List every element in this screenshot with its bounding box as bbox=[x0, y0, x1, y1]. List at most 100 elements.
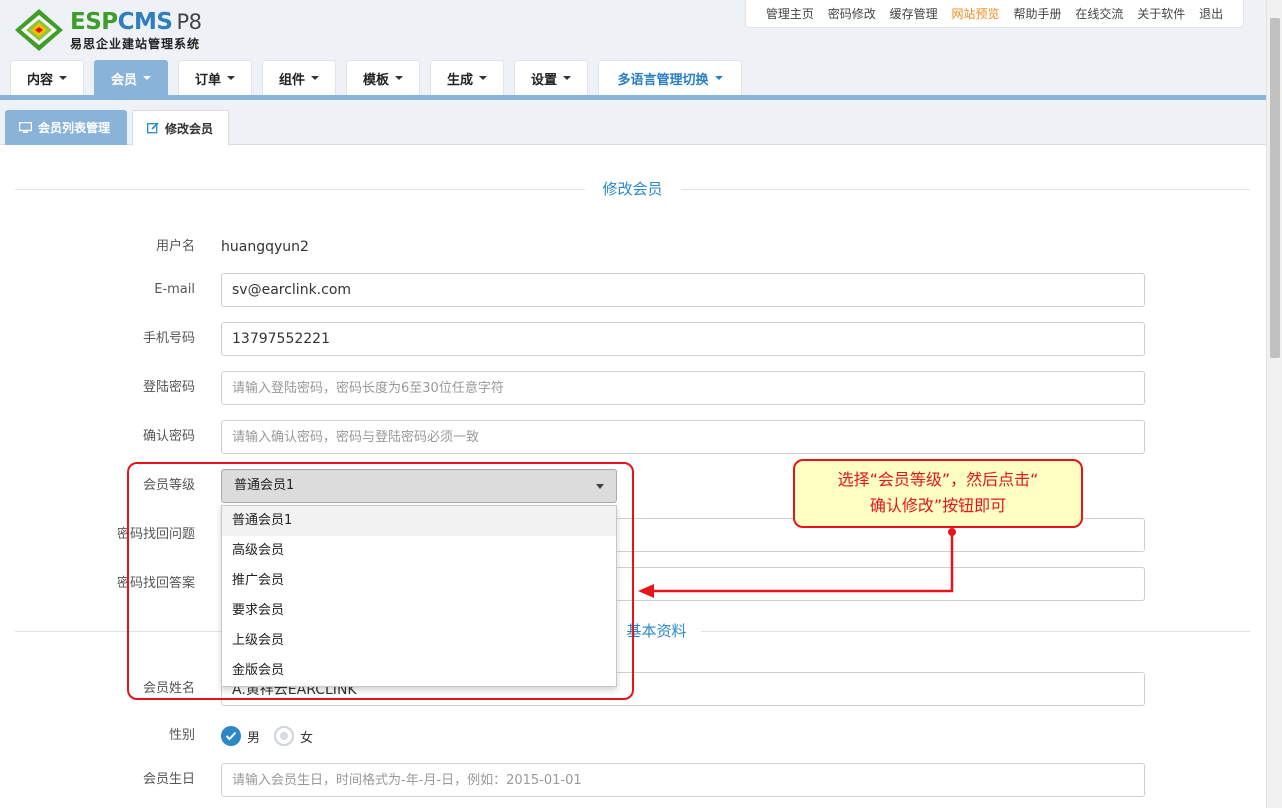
logo-subtitle: 易思企业建站管理系统 bbox=[70, 37, 201, 51]
section-heading-edit-member: 修改会员 bbox=[15, 179, 1250, 199]
field-label: 用户名 bbox=[155, 239, 195, 254]
logo-brand-cms: CMS bbox=[117, 9, 173, 35]
field-label: 会员等级 bbox=[142, 478, 195, 493]
sub-tab-bar: 会员列表管理 修改会员 bbox=[0, 100, 1266, 146]
field-label: 性别 bbox=[168, 728, 195, 743]
gender-radio-male[interactable]: 男 bbox=[221, 726, 260, 746]
nav-tab-label: 内容 bbox=[26, 72, 53, 88]
section-heading-basic-info: 基本资料 bbox=[15, 621, 1250, 641]
member-level-selected: 普通会员1 bbox=[234, 478, 295, 493]
top-link-change-password[interactable]: 密码修改 bbox=[828, 5, 876, 22]
member-level-option[interactable]: 高级会员 bbox=[222, 536, 616, 566]
nav-tab-orders[interactable]: 订单 bbox=[178, 60, 252, 95]
annotation-callout: 选择“会员等级”，然后点击“ 确认修改”按钮即可 bbox=[793, 459, 1083, 528]
radio-unchecked-icon bbox=[274, 726, 295, 746]
radio-checked-icon bbox=[221, 726, 241, 746]
scrollbar-thumb[interactable] bbox=[1270, 18, 1280, 358]
nav-tab-label: 订单 bbox=[194, 72, 221, 88]
top-link-help[interactable]: 帮助手册 bbox=[1013, 5, 1061, 22]
nav-tab-generate[interactable]: 生成 bbox=[430, 60, 504, 95]
mobile-input[interactable] bbox=[221, 322, 1145, 356]
espcms-logo-icon bbox=[15, 9, 63, 51]
field-label: 会员生日 bbox=[142, 772, 195, 787]
nav-tab-label: 生成 bbox=[446, 72, 473, 88]
form-row-mobile: 手机号码 bbox=[0, 322, 1150, 356]
nav-tab-language-switch[interactable]: 多语言管理切换 bbox=[598, 60, 742, 95]
nav-tab-settings[interactable]: 设置 bbox=[514, 60, 588, 95]
chevron-down-icon bbox=[714, 76, 723, 80]
radio-label: 女 bbox=[300, 730, 314, 746]
chevron-down-icon bbox=[59, 76, 67, 80]
gender-radio-female[interactable]: 女 bbox=[274, 726, 313, 746]
nav-tab-label: 组件 bbox=[278, 72, 305, 88]
section-title-label: 修改会员 bbox=[588, 180, 677, 198]
radio-label: 男 bbox=[247, 730, 261, 746]
password-input[interactable] bbox=[221, 371, 1145, 405]
subtab-member-list[interactable]: 会员列表管理 bbox=[5, 110, 127, 145]
chevron-down-icon bbox=[563, 76, 571, 80]
top-link-about[interactable]: 关于软件 bbox=[1137, 5, 1185, 22]
logo-brand-esp: ESP bbox=[70, 9, 118, 35]
form-row-username: 用户名 huangqyun2 bbox=[0, 230, 1150, 264]
field-label: 手机号码 bbox=[142, 331, 195, 346]
form-row-email: E-mail bbox=[0, 273, 1150, 307]
subtab-edit-member[interactable]: 修改会员 bbox=[132, 110, 229, 146]
monitor-icon bbox=[19, 121, 32, 133]
section-title-text: 修改会员 bbox=[15, 179, 1250, 199]
nav-tab-templates[interactable]: 模板 bbox=[346, 60, 420, 95]
gender-radio-group: 男 女 bbox=[221, 719, 1145, 753]
annotation-text-line1: 选择“会员等级”，然后点击“ bbox=[837, 470, 1039, 489]
member-level-option[interactable]: 金版会员 bbox=[222, 656, 616, 686]
logo-version: P8 bbox=[176, 10, 202, 34]
top-link-logout[interactable]: 退出 bbox=[1199, 5, 1223, 22]
logo[interactable]: ESPCMS P8 易思企业建站管理系统 bbox=[12, 6, 232, 54]
field-label: E-mail bbox=[154, 282, 195, 297]
nav-tab-label: 模板 bbox=[362, 72, 389, 88]
email-input[interactable] bbox=[221, 273, 1145, 307]
top-link-online-chat[interactable]: 在线交流 bbox=[1075, 5, 1123, 22]
page-scrollbar[interactable] bbox=[1266, 0, 1282, 808]
subtab-label: 会员列表管理 bbox=[38, 121, 111, 135]
nav-tab-members[interactable]: 会员 bbox=[94, 60, 168, 95]
field-label: 密码找回问题 bbox=[116, 527, 195, 542]
top-link-site-preview[interactable]: 网站预览 bbox=[952, 5, 1000, 22]
nav-tab-label: 多语言管理切换 bbox=[617, 72, 709, 88]
chevron-down-icon bbox=[311, 76, 319, 80]
nav-tab-label: 会员 bbox=[110, 72, 137, 88]
logo-title: ESPCMS P8 bbox=[70, 10, 202, 34]
main-nav: 内容 会员 订单 组件 模板 生成 设置 多语言管理切换 bbox=[10, 60, 752, 95]
chevron-down-icon bbox=[143, 76, 151, 80]
member-level-dropdown: 普通会员1 高级会员 推广会员 要求会员 上级会员 金版会员 bbox=[221, 505, 617, 687]
section-title-label: 基本资料 bbox=[612, 622, 701, 640]
nav-tab-components[interactable]: 组件 bbox=[262, 60, 336, 95]
section-title-text: 基本资料 bbox=[15, 621, 1250, 641]
field-label: 确认密码 bbox=[142, 429, 195, 444]
subtab-label: 修改会员 bbox=[165, 121, 214, 136]
nav-tab-label: 设置 bbox=[530, 72, 557, 88]
birthday-input[interactable] bbox=[221, 763, 1145, 797]
top-link-cache[interactable]: 缓存管理 bbox=[890, 5, 938, 22]
member-level-option[interactable]: 推广会员 bbox=[222, 566, 616, 596]
member-level-option[interactable]: 上级会员 bbox=[222, 626, 616, 656]
field-label: 登陆密码 bbox=[142, 380, 195, 395]
app-header: ESPCMS P8 易思企业建站管理系统 管理主页 密码修改 缓存管理 网站预览 … bbox=[0, 0, 1266, 100]
chevron-down-icon bbox=[395, 76, 403, 80]
confirm-password-input[interactable] bbox=[221, 420, 1145, 454]
member-level-option[interactable]: 要求会员 bbox=[222, 596, 616, 626]
member-level-option[interactable]: 普通会员1 bbox=[222, 506, 616, 536]
field-label: 会员姓名 bbox=[142, 681, 195, 696]
edit-icon bbox=[147, 122, 159, 134]
member-level-select[interactable]: 普通会员1 bbox=[221, 469, 617, 503]
top-links-bar: 管理主页 密码修改 缓存管理 网站预览 帮助手册 在线交流 关于软件 退出 bbox=[745, 0, 1244, 28]
form-row-password: 登陆密码 bbox=[0, 371, 1150, 405]
nav-tab-content[interactable]: 内容 bbox=[10, 60, 84, 95]
chevron-down-icon bbox=[227, 76, 235, 80]
form-row-birthday: 会员生日 bbox=[0, 763, 1150, 797]
form-row-confirm-password: 确认密码 bbox=[0, 420, 1150, 454]
annotation-text-line2: 确认修改”按钮即可 bbox=[869, 496, 1007, 515]
form-row-gender: 性别 男 女 bbox=[0, 719, 1150, 753]
field-label: 密码找回答案 bbox=[116, 576, 195, 591]
chevron-down-icon bbox=[479, 76, 487, 80]
top-link-home[interactable]: 管理主页 bbox=[766, 5, 814, 22]
username-value: huangqyun2 bbox=[221, 239, 309, 255]
